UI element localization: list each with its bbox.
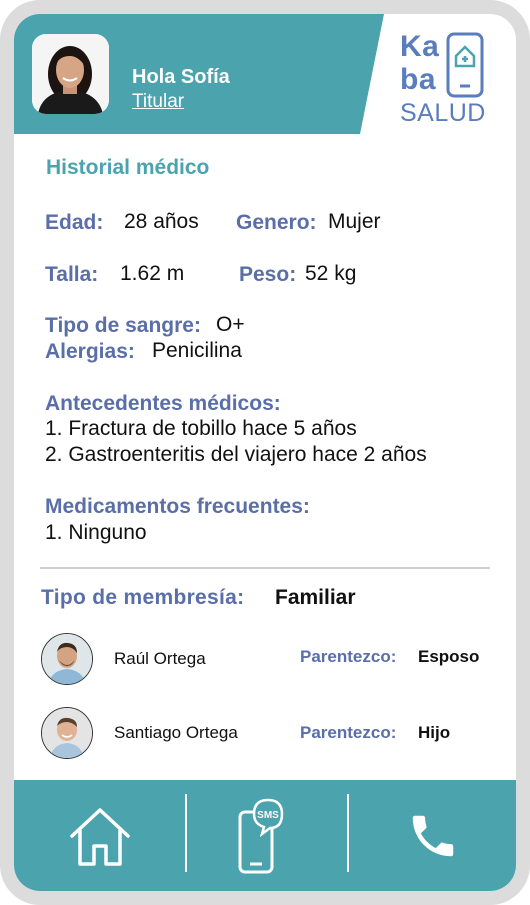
medical-background-item: 1. Fractura de tobillo hace 5 años <box>45 417 357 440</box>
home-icon <box>69 807 130 866</box>
main-content: Historial médico Edad: 28 años Genero: M… <box>14 14 516 891</box>
app-frame: Hola Sofía Titular Ka ba SALUD Historial… <box>0 0 530 905</box>
phone-icon <box>412 815 453 856</box>
relationship-label: Parentezco: <box>300 723 397 742</box>
family-member-name: Raúl Ortega <box>114 649 206 668</box>
weight-value: 52 kg <box>305 262 357 285</box>
bottom-nav-bar: SMS <box>14 780 516 891</box>
section-divider <box>40 567 490 569</box>
age-value: 28 años <box>124 210 199 233</box>
allergies-label: Alergias: <box>45 340 135 363</box>
sms-button[interactable]: SMS <box>187 780 347 891</box>
height-value: 1.62 m <box>120 262 185 285</box>
sms-icon: SMS <box>238 798 284 873</box>
medical-history-title: Historial médico <box>46 156 210 179</box>
age-label: Edad: <box>45 211 104 234</box>
blood-type-value: O+ <box>216 313 245 336</box>
weight-label: Peso: <box>239 263 297 286</box>
relationship-value: Hijo <box>418 723 451 742</box>
family-member-name: Santiago Ortega <box>114 723 238 742</box>
medical-background-item: 2. Gastroenteritis del viajero hace 2 añ… <box>45 443 427 466</box>
allergies-value: Penicilina <box>152 339 242 362</box>
call-button[interactable] <box>349 780 516 891</box>
relationship-label: Parentezco: <box>300 647 397 666</box>
membership-type-value: Familiar <box>275 586 356 609</box>
gender-label: Genero: <box>236 211 317 234</box>
membership-type-label: Tipo de membresía: <box>41 586 245 609</box>
medical-background-label: Antecedentes médicos: <box>45 392 281 415</box>
frequent-medications-item: 1. Ninguno <box>45 521 147 544</box>
family-member-avatar[interactable] <box>41 707 93 759</box>
gender-value: Mujer <box>328 210 381 233</box>
blood-type-label: Tipo de sangre: <box>45 314 201 337</box>
frequent-medications-label: Medicamentos frecuentes: <box>45 495 310 518</box>
sms-icon-text: SMS <box>257 810 279 821</box>
family-member-avatar[interactable] <box>41 633 93 685</box>
height-label: Talla: <box>45 263 99 286</box>
relationship-value: Esposo <box>418 647 480 666</box>
home-button[interactable] <box>14 780 185 891</box>
